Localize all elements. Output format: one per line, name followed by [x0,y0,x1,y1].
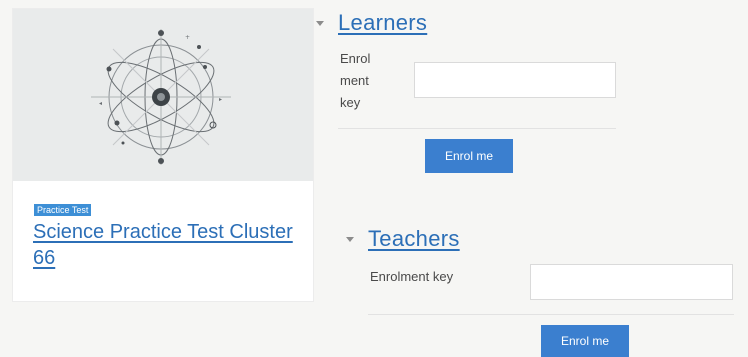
svg-text:+: + [185,34,190,41]
course-image: + ◂ ▸ [13,9,313,181]
learners-enrol-button[interactable]: Enrol me [425,139,513,173]
teachers-enrolment-key-label: Enrolment key [370,269,454,284]
teachers-section-header: Teachers [346,226,460,252]
course-title-link[interactable]: Science Practice Test Cluster 66 [33,219,303,271]
label-line: Enrol [340,51,371,66]
collapse-chevron-icon[interactable] [346,236,354,242]
learners-section-header: Learners [316,10,427,36]
atom-icon: + ◂ ▸ [91,29,231,165]
divider [338,128,616,129]
label-line: key [340,95,361,110]
collapse-chevron-icon[interactable] [316,20,324,26]
label-line: ment [340,73,369,88]
enrolment-page: + ◂ ▸ Practice Test Science Practice Tes… [0,0,748,357]
learners-section-title[interactable]: Learners [338,10,427,36]
teachers-section-title[interactable]: Teachers [368,226,460,252]
teachers-enrolment-key-input[interactable] [530,264,733,300]
learners-enrolment-key-input[interactable] [414,62,616,98]
divider [368,314,734,315]
course-category-badge: Practice Test [34,204,92,216]
svg-text:▸: ▸ [219,96,222,103]
learners-enrolment-key-label: Enrol ment key [340,48,400,114]
course-card: + ◂ ▸ Practice Test Science Practice Tes… [12,8,314,302]
teachers-enrol-button[interactable]: Enrol me [541,325,629,357]
svg-text:◂: ◂ [99,100,102,107]
